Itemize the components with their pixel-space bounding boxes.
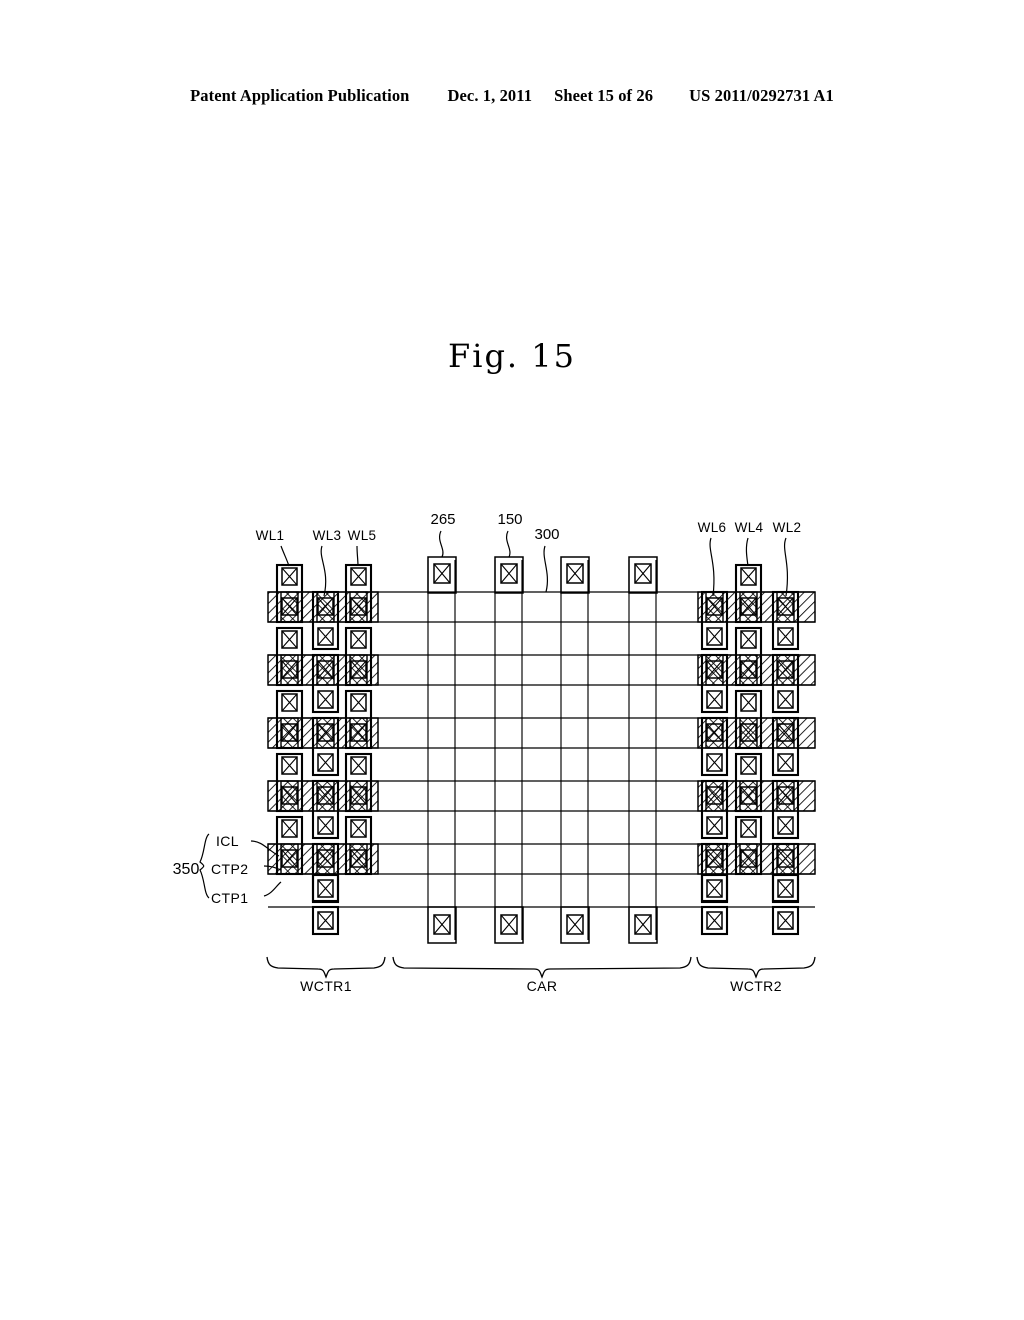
contact <box>740 630 757 649</box>
contact <box>350 567 367 586</box>
contact <box>706 911 723 930</box>
contact <box>740 693 757 712</box>
car-bottom-contact <box>494 906 524 944</box>
region-label-wctr1: WCTR1 <box>300 978 352 994</box>
callout-265: 265 <box>430 511 455 528</box>
car-bottom-contact <box>560 906 590 944</box>
car-top-contact <box>628 556 658 594</box>
contact <box>740 567 757 586</box>
contact <box>706 879 723 898</box>
contact <box>317 753 334 772</box>
contact <box>740 819 757 838</box>
contact <box>281 630 298 649</box>
contact <box>350 756 367 775</box>
region-brace <box>266 956 816 979</box>
contact <box>706 816 723 835</box>
contact <box>777 879 794 898</box>
label-wl4: WL4 <box>735 520 764 535</box>
contact <box>317 690 334 709</box>
contact <box>777 753 794 772</box>
callout-350: 350 <box>173 861 200 878</box>
label-wl3: WL3 <box>313 528 342 543</box>
label-wl1: WL1 <box>256 528 285 543</box>
contact <box>777 911 794 930</box>
layout-diagram: WL1 WL3 WL5 WL6 WL4 WL2 265 150 300 350 … <box>173 511 816 994</box>
region-label-car: CAR <box>527 978 558 994</box>
contact <box>317 627 334 646</box>
contact <box>706 627 723 646</box>
figure-drawing: WL1 WL3 WL5 WL6 WL4 WL2 265 150 300 350 … <box>0 0 1024 1320</box>
contact <box>281 756 298 775</box>
callout-300: 300 <box>534 526 559 543</box>
car-bottom-contact <box>427 906 457 944</box>
contact <box>317 911 334 930</box>
callout-150: 150 <box>497 511 522 528</box>
wctr2-strap <box>705 591 795 875</box>
contact <box>317 879 334 898</box>
contact <box>317 816 334 835</box>
contact <box>777 627 794 646</box>
car-top-contact <box>560 556 590 594</box>
contact <box>350 630 367 649</box>
contact <box>281 819 298 838</box>
label-wl5: WL5 <box>348 528 377 543</box>
car-top-contact <box>494 556 524 594</box>
contact <box>281 693 298 712</box>
car-bottom-contact <box>628 906 658 944</box>
contact <box>740 756 757 775</box>
label-wl2: WL2 <box>773 520 802 535</box>
contact <box>777 690 794 709</box>
contact <box>281 567 298 586</box>
car-top-contact <box>427 556 457 594</box>
contact <box>350 819 367 838</box>
contact <box>706 753 723 772</box>
contact-group <box>281 556 800 944</box>
patent-page: Patent Application Publication Dec. 1, 2… <box>0 0 1024 1320</box>
region-label-wctr2: WCTR2 <box>730 978 782 994</box>
label-ctp2: CTP2 <box>211 861 248 877</box>
label-wl6: WL6 <box>698 520 727 535</box>
label-icl: ICL <box>216 833 239 849</box>
contact <box>350 693 367 712</box>
label-ctp1: CTP1 <box>211 890 248 906</box>
contact <box>706 690 723 709</box>
contact <box>777 816 794 835</box>
